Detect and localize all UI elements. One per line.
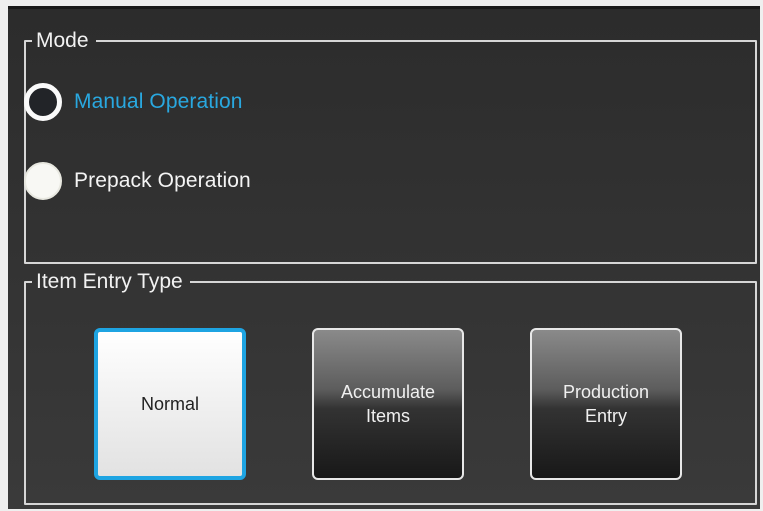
settings-screen: Mode Manual Operation Prepack Operation …	[8, 6, 760, 509]
radio-selected-icon[interactable]	[24, 83, 62, 121]
radio-prepack-operation[interactable]: Prepack Operation	[24, 162, 251, 200]
radio-label-prepack-operation[interactable]: Prepack Operation	[74, 169, 251, 193]
radio-unselected-icon[interactable]	[24, 162, 62, 200]
mode-legend: Mode	[36, 29, 89, 52]
item-entry-type-legend: Item Entry Type	[36, 270, 183, 293]
normal-button-label: Normal	[140, 394, 199, 414]
radio-label-manual-operation[interactable]: Manual Operation	[74, 90, 243, 114]
production-entry-button[interactable]: Production Entry	[530, 328, 682, 480]
mode-group: Mode	[24, 30, 757, 264]
normal-button[interactable]: Normal	[94, 328, 246, 480]
accumulate-items-button-label: Accumulate Items	[340, 382, 436, 426]
accumulate-items-button[interactable]: Accumulate Items	[312, 328, 464, 480]
radio-manual-operation[interactable]: Manual Operation	[24, 83, 243, 121]
production-entry-button-label: Production Entry	[562, 382, 650, 426]
